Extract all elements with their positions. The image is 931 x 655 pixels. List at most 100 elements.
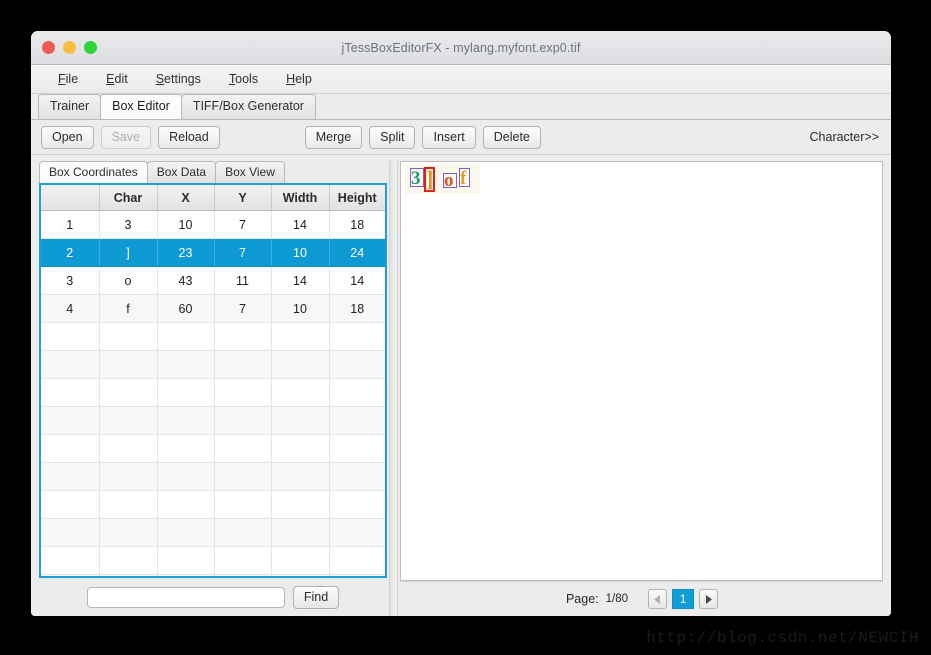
cell-empty bbox=[329, 350, 385, 379]
table-row-empty[interactable] bbox=[41, 518, 385, 547]
cell-empty bbox=[41, 546, 100, 575]
cell-width: 14 bbox=[271, 210, 330, 239]
cell-empty bbox=[271, 406, 330, 435]
pager: Page: 1/80 1 bbox=[400, 581, 883, 616]
box-image-canvas[interactable]: 3 ] o f bbox=[400, 161, 883, 581]
table-row-empty[interactable] bbox=[41, 350, 385, 379]
delete-button[interactable]: Delete bbox=[482, 125, 541, 149]
cell-y: 11 bbox=[214, 266, 272, 295]
split-button[interactable]: Split bbox=[369, 125, 416, 149]
triangle-left-icon bbox=[654, 594, 661, 604]
subtab-box-view[interactable]: Box View bbox=[215, 161, 285, 183]
table-row-empty[interactable] bbox=[41, 490, 385, 519]
cell-empty bbox=[271, 434, 330, 463]
cell-y: 7 bbox=[214, 294, 272, 323]
cell-empty bbox=[157, 322, 215, 351]
subtab-box-data[interactable]: Box Data bbox=[146, 161, 217, 183]
close-button[interactable] bbox=[42, 41, 55, 54]
box-outline-3[interactable] bbox=[443, 173, 457, 188]
cell-empty bbox=[41, 322, 100, 351]
cell-empty bbox=[157, 518, 215, 547]
cell-empty bbox=[271, 462, 330, 491]
merge-button[interactable]: Merge bbox=[304, 125, 363, 149]
minimize-button[interactable] bbox=[63, 41, 76, 54]
triangle-right-icon bbox=[705, 594, 713, 604]
cell-empty bbox=[157, 546, 215, 575]
cell-y: 7 bbox=[214, 210, 272, 239]
box-table-body: 1 3 10 7 14 18 2 ] 23 7 10 24 3 o 43 11 … bbox=[41, 210, 385, 576]
cell-empty bbox=[41, 490, 100, 519]
cell-empty bbox=[99, 378, 158, 407]
tab-trainer[interactable]: Trainer bbox=[38, 94, 102, 119]
table-row[interactable]: 1 3 10 7 14 18 bbox=[41, 210, 385, 239]
table-row-empty[interactable] bbox=[41, 546, 385, 575]
cell-x: 23 bbox=[157, 238, 215, 267]
menu-item-tools[interactable]: Tools bbox=[216, 69, 271, 89]
cell-empty bbox=[214, 378, 272, 407]
table-row-empty[interactable] bbox=[41, 462, 385, 491]
search-input[interactable] bbox=[86, 586, 285, 608]
table-row-empty[interactable] bbox=[41, 378, 385, 407]
menu-item-settings[interactable]: Settings bbox=[143, 69, 214, 89]
table-row[interactable]: 2 ] 23 7 10 24 bbox=[41, 238, 385, 267]
column-header-index[interactable] bbox=[41, 185, 100, 211]
menu-item-file[interactable]: File bbox=[45, 69, 91, 89]
table-row[interactable]: 4 f 60 7 10 18 bbox=[41, 294, 385, 323]
table-header-row: Char X Y Width Height bbox=[41, 185, 385, 211]
table-row-empty[interactable] bbox=[41, 406, 385, 435]
insert-button[interactable]: Insert bbox=[422, 125, 476, 149]
character-expand-link[interactable]: Character>> bbox=[810, 130, 881, 144]
menu-item-help[interactable]: Help bbox=[273, 69, 325, 89]
cell-x: 60 bbox=[157, 294, 215, 323]
cell-empty bbox=[214, 350, 272, 379]
cell-index: 3 bbox=[41, 266, 100, 295]
source-image-strip: 3 ] o f bbox=[405, 165, 480, 194]
window-controls bbox=[31, 41, 97, 54]
cell-height: 18 bbox=[329, 210, 385, 239]
menu-item-edit[interactable]: Edit bbox=[93, 69, 141, 89]
tab-box-editor[interactable]: Box Editor bbox=[100, 94, 182, 119]
cell-empty bbox=[157, 434, 215, 463]
find-button[interactable]: Find bbox=[292, 585, 340, 609]
cell-index: 4 bbox=[41, 294, 100, 323]
cell-char: o bbox=[99, 266, 158, 295]
cell-empty bbox=[41, 406, 100, 435]
table-row-empty[interactable] bbox=[41, 434, 385, 463]
box-table-container[interactable]: Char X Y Width Height 1 3 10 7 14 18 2]… bbox=[39, 183, 387, 578]
box-outline-1[interactable] bbox=[410, 168, 424, 187]
box-table: Char X Y Width Height 1 3 10 7 14 18 2]… bbox=[41, 185, 385, 576]
column-header-x[interactable]: X bbox=[157, 185, 215, 211]
cell-empty bbox=[214, 322, 272, 351]
open-button[interactable]: Open bbox=[41, 125, 94, 149]
cell-empty bbox=[157, 350, 215, 379]
reload-button[interactable]: Reload bbox=[158, 125, 220, 149]
table-row-empty[interactable] bbox=[41, 322, 385, 351]
column-header-width[interactable]: Width bbox=[271, 185, 330, 211]
cell-empty bbox=[329, 462, 385, 491]
subtab-box-coordinates[interactable]: Box Coordinates bbox=[39, 161, 148, 183]
cell-empty bbox=[329, 490, 385, 519]
box-outline-2-selected[interactable] bbox=[424, 167, 435, 192]
cell-x: 43 bbox=[157, 266, 215, 295]
box-outline-4[interactable] bbox=[459, 168, 470, 187]
cell-empty bbox=[214, 434, 272, 463]
find-bar: Find bbox=[39, 578, 387, 616]
cell-empty bbox=[99, 518, 158, 547]
cell-empty bbox=[329, 322, 385, 351]
save-button: Save bbox=[100, 125, 152, 149]
cell-index: 2 bbox=[41, 238, 100, 267]
next-page-button[interactable] bbox=[699, 589, 719, 609]
column-header-char[interactable]: Char bbox=[99, 185, 158, 211]
title-bar: jTessBoxEditorFX - mylang.myfont.exp0.ti… bbox=[31, 31, 891, 65]
pane-divider-scrollbar[interactable] bbox=[389, 161, 398, 616]
zoom-button[interactable] bbox=[84, 41, 97, 54]
editor-body: Box Coordinates Box Data Box View Char X… bbox=[31, 155, 891, 616]
previous-page-button[interactable] bbox=[648, 589, 668, 609]
table-row[interactable]: 3 o 43 11 14 14 bbox=[41, 266, 385, 295]
current-page-indicator[interactable]: 1 bbox=[672, 589, 695, 609]
column-header-height[interactable]: Height bbox=[329, 185, 385, 211]
cell-empty bbox=[157, 462, 215, 491]
cell-empty bbox=[41, 350, 100, 379]
column-header-y[interactable]: Y bbox=[214, 185, 272, 211]
tab-tiff-box-generator[interactable]: TIFF/Box Generator bbox=[180, 94, 316, 119]
